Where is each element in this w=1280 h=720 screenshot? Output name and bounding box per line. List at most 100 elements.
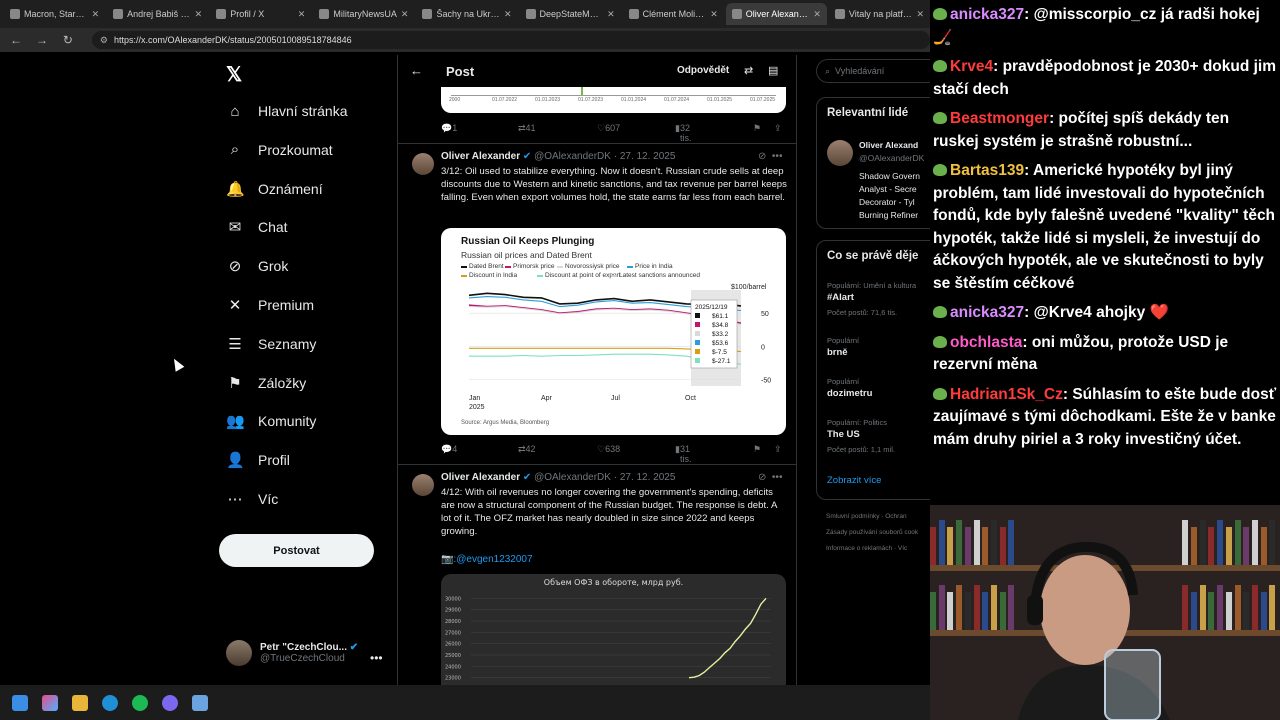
- chat-message: Bartas139: Americké hypotéky byl jiný pr…: [933, 160, 1277, 295]
- copilot-icon[interactable]: [42, 694, 58, 711]
- settings-sliders-icon[interactable]: ⇄: [744, 64, 753, 77]
- footer-link[interactable]: Zásady používání souborů cook: [826, 529, 918, 536]
- reload-icon[interactable]: ↻: [60, 33, 76, 47]
- back-arrow-icon[interactable]: ←: [8, 33, 24, 47]
- trend-name[interactable]: dozimetru: [827, 388, 872, 399]
- reader-view-icon[interactable]: ▤: [768, 64, 778, 77]
- nav-item-záložky[interactable]: ⚑ Záložky: [226, 371, 306, 395]
- x-tick-label: 01.07.2022: [492, 97, 518, 103]
- author-name[interactable]: Oliver Alexander: [441, 472, 520, 483]
- close-tab-icon[interactable]: ✕: [813, 9, 821, 20]
- browser-tab[interactable]: Macron, Starmer a ✕: [4, 3, 105, 25]
- account-switcher[interactable]: Petr "CzechClou... ✔ @TrueCzechCloud: [226, 640, 358, 666]
- share-icon[interactable]: ⇪: [774, 123, 782, 134]
- footer-link[interactable]: Smluvní podmínky · Ochran: [826, 513, 907, 520]
- avatar[interactable]: [412, 153, 434, 175]
- browser-tab[interactable]: Vitaly na platform ✕: [829, 3, 930, 25]
- relevant-bio-1: Shadow Govern: [859, 171, 920, 181]
- reply-button[interactable]: Odpovědět: [677, 65, 729, 76]
- author-handle-date[interactable]: @OAlexanderDK · 27. 12. 2025: [534, 472, 675, 483]
- search-input[interactable]: ⌕ Vyhledávání: [816, 59, 930, 83]
- browser-tab[interactable]: DeepStateMAP | J✕: [520, 3, 621, 25]
- browser-tab[interactable]: Oliver Alexander n✕: [725, 3, 827, 25]
- browser-tab[interactable]: Šachy na Ukrajině ✕: [416, 3, 517, 25]
- browser-tab[interactable]: Profil / X ✕: [210, 3, 311, 25]
- previous-chart-image[interactable]: 2000 01.07.2022 01.01.2023 01.07.2023 01.01.…: [441, 87, 786, 113]
- edge-browser-icon[interactable]: [102, 694, 118, 711]
- nav-item-chat[interactable]: ✉ Chat: [226, 215, 288, 239]
- close-tab-icon[interactable]: ✕: [710, 9, 718, 20]
- url-input[interactable]: ⚙ https://x.com/OAlexanderDK/status/2005…: [91, 31, 931, 49]
- trend-name[interactable]: The US: [827, 429, 860, 440]
- like-icon[interactable]: ♡ 638: [597, 444, 620, 455]
- site-info-icon[interactable]: ⚙: [100, 35, 108, 46]
- bookmark-icon[interactable]: ⚑: [753, 123, 761, 134]
- tweet-header: Oliver Alexander ✔ @OAlexanderDK · 27. 1…: [441, 472, 675, 483]
- close-tab-icon[interactable]: ✕: [504, 9, 512, 20]
- streamer-figure: [1018, 541, 1170, 720]
- relevant-people-box: Relevantní lidé Oliver Alexand @OAlexand…: [816, 97, 930, 229]
- bookmark-icon[interactable]: ⚑: [753, 444, 761, 455]
- browser-tab[interactable]: MilitaryNewsUA ✕: [313, 3, 414, 25]
- nav-item-grok[interactable]: ⊘ Grok: [226, 254, 289, 278]
- book: [1008, 585, 1015, 630]
- spotify-icon[interactable]: [132, 694, 148, 711]
- nav-item-label: Premium: [258, 297, 315, 313]
- repost-icon[interactable]: ⇄ 42: [518, 444, 536, 455]
- y-tick-label: -50: [761, 377, 771, 384]
- nav-item-komunity[interactable]: 👥 Komunity: [226, 409, 316, 433]
- mention-link[interactable]: 📷:@evgen1232007: [441, 554, 533, 565]
- footer-link[interactable]: Informace o reklamách · Víc: [826, 545, 907, 552]
- nav-item-profil[interactable]: 👤 Profil: [226, 448, 290, 472]
- x-logo-icon[interactable]: 𝕏: [226, 62, 242, 87]
- avatar[interactable]: [412, 474, 434, 496]
- close-tab-icon[interactable]: ✕: [195, 9, 203, 20]
- trend-name[interactable]: brně: [827, 347, 848, 358]
- relevant-bio-3: Decorator - Tyl: [859, 197, 915, 207]
- close-tab-icon[interactable]: ✕: [298, 9, 306, 20]
- views-icon[interactable]: ▮ 31 tis.: [675, 444, 691, 464]
- show-more-link[interactable]: Zobrazit více: [827, 475, 881, 486]
- forward-arrow-icon[interactable]: →: [34, 33, 50, 47]
- avatar[interactable]: [827, 140, 853, 166]
- reply-icon[interactable]: 💬 1: [441, 123, 457, 134]
- nav-item-seznamy[interactable]: ☰ Seznamy: [226, 332, 316, 356]
- close-tab-icon[interactable]: ✕: [607, 9, 615, 20]
- nav-item-víc[interactable]: ⋯ Víc: [226, 487, 279, 511]
- browser-tab[interactable]: Andrej Babiš na pl ✕: [107, 3, 208, 25]
- views-icon[interactable]: ▮ 32 tis.: [675, 123, 691, 143]
- ofz-chart-image[interactable]: Объем ОФЗ в обороте, млрд руб. 30000 2900…: [441, 574, 786, 685]
- close-tab-icon[interactable]: ✕: [401, 9, 409, 20]
- reply-icon[interactable]: 💬 4: [441, 444, 457, 455]
- back-icon[interactable]: ←: [410, 63, 423, 78]
- grok-icon[interactable]: ⊘ •••: [758, 151, 782, 162]
- author-name[interactable]: Oliver Alexander: [441, 151, 520, 162]
- tooltip-swatch: [695, 313, 700, 318]
- author-handle-date[interactable]: @OAlexanderDK · 27. 12. 2025: [534, 151, 675, 162]
- share-icon[interactable]: ⇪: [774, 444, 782, 455]
- close-tab-icon[interactable]: ✕: [916, 9, 924, 20]
- notepad-icon[interactable]: [192, 694, 208, 711]
- close-tab-icon[interactable]: ✕: [92, 9, 100, 20]
- repost-icon[interactable]: ⇄ 41: [518, 123, 536, 134]
- oil-chart-image[interactable]: Russian Oil Keeps Plunging Russian oil p…: [441, 228, 786, 435]
- nav-item-premium[interactable]: ✕ Premium: [226, 293, 314, 317]
- nav-item-oznámení[interactable]: 🔔 Oznámení: [226, 177, 323, 201]
- post-button[interactable]: Postovat: [219, 534, 374, 567]
- relevant-name[interactable]: Oliver Alexand: [859, 139, 918, 151]
- trend-name[interactable]: #Alart: [827, 292, 854, 303]
- windows-start-icon[interactable]: [12, 694, 28, 711]
- like-icon[interactable]: ♡ 607: [597, 123, 620, 134]
- nav-item-hlavní-stránka[interactable]: ⌂ Hlavní stránka: [226, 99, 347, 123]
- tweet-actions: 💬 4 ⇄ 42 ♡ 638 ▮ 31 tis. ⚑ ⇪: [441, 444, 786, 464]
- file-explorer-icon[interactable]: [72, 694, 88, 711]
- grok-icon[interactable]: ⊘ •••: [758, 472, 782, 483]
- oil-chart-plot: 50 0 -50 Jan 2025 Apr Jul Oct 2025/12/19 $61.1 $34…: [468, 290, 771, 411]
- nav-item-prozkoumat[interactable]: ⌕ Prozkoumat: [226, 138, 333, 162]
- person-icon: 👤: [226, 452, 245, 470]
- browser-tab[interactable]: Clément Molin na ✕: [623, 3, 724, 25]
- discord-icon[interactable]: [162, 694, 178, 711]
- more-icon[interactable]: •••: [370, 651, 383, 665]
- favicon-icon: [10, 9, 20, 19]
- x-tick-label: Apr: [541, 395, 553, 402]
